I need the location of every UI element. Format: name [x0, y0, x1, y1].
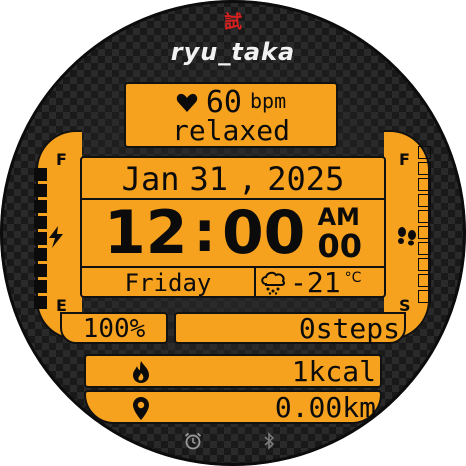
alarm-icon[interactable]: [184, 432, 202, 450]
gauge-segment: [418, 146, 431, 159]
steps-gauge-full-label: F: [399, 150, 410, 169]
gauge-segment: [34, 264, 47, 277]
location-pin-icon: [132, 397, 150, 421]
gauge-segment: [418, 178, 431, 191]
temperature-unit: °C: [344, 270, 362, 286]
time-minutes: 00: [221, 198, 306, 268]
steps-gauge-segments: [418, 146, 431, 303]
gauge-segment: [418, 194, 431, 207]
time-seconds: 00: [317, 227, 362, 265]
gauge-segment: [418, 210, 431, 223]
weekday: Friday: [82, 268, 256, 298]
gauge-segment: [418, 242, 431, 255]
steps-panel[interactable]: 0steps: [174, 312, 406, 344]
gauge-segment: [34, 184, 47, 197]
temperature-value: -21: [290, 266, 341, 299]
gauge-segment: [34, 168, 47, 181]
battery-segments: [34, 168, 47, 309]
heart-rate-unit: bpm: [250, 89, 287, 113]
weather-display[interactable]: -21 °C: [260, 268, 384, 298]
gauge-segment: [34, 280, 47, 293]
distance-value: 0.00km: [274, 391, 376, 424]
battery-percent-panel[interactable]: 100%: [60, 312, 168, 344]
date-month: Jan: [121, 160, 180, 198]
date-day: 31: [189, 160, 228, 198]
time-colon: :: [193, 200, 216, 265]
gauge-segment: [34, 200, 47, 213]
flame-icon: [132, 361, 150, 383]
user-name: ryu_taka: [170, 38, 296, 66]
battery-full-label: F: [56, 150, 67, 169]
date-separator: ,: [238, 160, 258, 198]
weekday-weather-row: Friday -21 °C: [82, 266, 384, 298]
cloud-snow-icon: [260, 271, 286, 295]
gauge-segment: [418, 274, 431, 287]
heart-rate-status: relaxed: [171, 114, 290, 147]
heart-rate-panel[interactable]: 60 bpm relaxed: [124, 82, 338, 148]
lightning-icon: [47, 226, 65, 248]
heart-icon: [176, 93, 198, 113]
date-display: Jan 31 , 2025: [82, 160, 384, 200]
gauge-segment: [418, 162, 431, 175]
gauge-segment: [34, 296, 47, 309]
calories-value: 1kcal: [291, 355, 376, 388]
time-hours: 12: [104, 198, 188, 268]
gauge-segment: [34, 216, 47, 229]
watch-face: 試 ryu_taka 60 bpm relaxed F E F S Jan 31…: [0, 0, 466, 466]
distance-panel[interactable]: 0.00km: [84, 390, 382, 424]
footprints-icon: [396, 226, 418, 246]
date-year: 2025: [267, 160, 345, 198]
gauge-segment: [418, 226, 431, 239]
brand-logo: 試: [224, 12, 242, 33]
gauge-segment: [418, 258, 431, 271]
bluetooth-icon[interactable]: [262, 432, 276, 450]
time-display: 12 : 00 AM 00: [82, 200, 384, 266]
steps-value: 0steps: [298, 312, 400, 345]
time-side-stack: AM 00: [317, 204, 362, 262]
calories-panel[interactable]: 1kcal: [84, 354, 382, 388]
main-display-panel: Jan 31 , 2025 12 : 00 AM 00 Friday -21 °…: [80, 156, 386, 298]
gauge-segment: [34, 248, 47, 261]
gauge-segment: [418, 290, 431, 303]
battery-percent: 100%: [82, 314, 146, 344]
gauge-segment: [34, 232, 47, 245]
